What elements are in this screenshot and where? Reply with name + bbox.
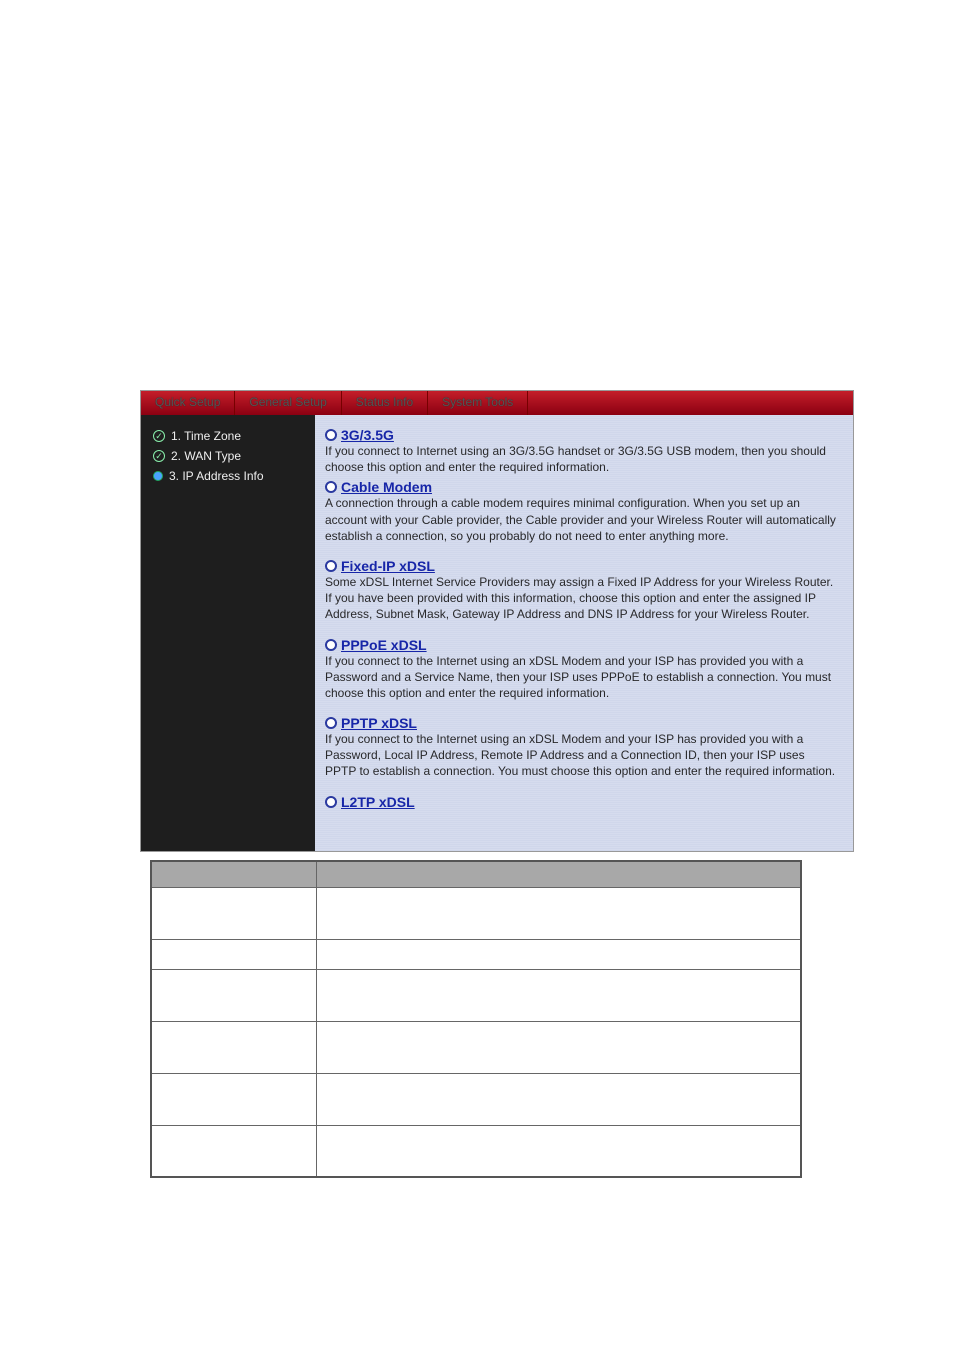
- option-link-pptp[interactable]: PPTP xDSL: [341, 715, 417, 731]
- table-cell: [316, 1021, 801, 1073]
- option-link-3g[interactable]: 3G/3.5G: [341, 427, 394, 443]
- tab-label: Status Info: [356, 395, 413, 409]
- option-desc: If you connect to the Internet using an …: [325, 731, 839, 780]
- tab-status-info[interactable]: Status Info: [342, 391, 428, 415]
- tab-label: Quick Setup: [155, 395, 220, 409]
- option-fixed-ip: Fixed-IP xDSL Some xDSL Internet Service…: [325, 558, 839, 623]
- option-link-cable[interactable]: Cable Modem: [341, 479, 432, 495]
- table-row: [151, 1125, 801, 1177]
- option-link-pppoe[interactable]: PPPoE xDSL: [341, 637, 427, 653]
- sidebar-item-label: 1. Time Zone: [171, 429, 241, 443]
- check-icon: ✓: [153, 430, 165, 442]
- table-header-cell: [316, 861, 801, 887]
- radio-icon[interactable]: [325, 639, 337, 651]
- option-pppoe: PPPoE xDSL If you connect to the Interne…: [325, 637, 839, 702]
- table-cell: [316, 969, 801, 1021]
- option-l2tp: L2TP xDSL: [325, 794, 839, 810]
- tab-label: System Tools: [442, 395, 513, 409]
- option-link-l2tp[interactable]: L2TP xDSL: [341, 794, 415, 810]
- table-cell: [151, 1021, 316, 1073]
- table-header-cell: [151, 861, 316, 887]
- table-row: [151, 1073, 801, 1125]
- sidebar: ✓ 1. Time Zone ✓ 2. WAN Type 3. IP Addre…: [141, 415, 315, 851]
- table-cell: [316, 1125, 801, 1177]
- option-desc: A connection through a cable modem requi…: [325, 495, 839, 544]
- router-config-panel: Quick Setup General Setup Status Info Sy…: [140, 390, 854, 852]
- option-link-fixed-ip[interactable]: Fixed-IP xDSL: [341, 558, 435, 574]
- option-desc: Some xDSL Internet Service Providers may…: [325, 574, 839, 623]
- table-cell: [316, 887, 801, 939]
- tab-label: General Setup: [249, 395, 326, 409]
- table-row: [151, 969, 801, 1021]
- sidebar-item-label: 3. IP Address Info: [169, 469, 264, 483]
- content-area: 3G/3.5G If you connect to Internet using…: [315, 415, 853, 851]
- table-cell: [151, 887, 316, 939]
- table-cell: [151, 1073, 316, 1125]
- table-header-row: [151, 861, 801, 887]
- table-cell: [316, 939, 801, 969]
- top-nav: Quick Setup General Setup Status Info Sy…: [141, 391, 853, 415]
- table-row: [151, 939, 801, 969]
- sidebar-item-time-zone[interactable]: ✓ 1. Time Zone: [153, 429, 305, 443]
- radio-icon[interactable]: [325, 429, 337, 441]
- tab-system-tools[interactable]: System Tools: [428, 391, 528, 415]
- option-desc: If you connect to Internet using an 3G/3…: [325, 443, 839, 475]
- active-dot-icon: [153, 471, 163, 481]
- table-row: [151, 887, 801, 939]
- table-row: [151, 1021, 801, 1073]
- option-desc: If you connect to the Internet using an …: [325, 653, 839, 702]
- radio-icon[interactable]: [325, 560, 337, 572]
- option-pptp: PPTP xDSL If you connect to the Internet…: [325, 715, 839, 780]
- info-table: [150, 860, 802, 1178]
- radio-icon[interactable]: [325, 717, 337, 729]
- check-icon: ✓: [153, 450, 165, 462]
- sidebar-item-wan-type[interactable]: ✓ 2. WAN Type: [153, 449, 305, 463]
- table-cell: [316, 1073, 801, 1125]
- tab-general-setup[interactable]: General Setup: [235, 391, 341, 415]
- sidebar-item-ip-address-info[interactable]: 3. IP Address Info: [153, 469, 305, 483]
- radio-icon[interactable]: [325, 796, 337, 808]
- sidebar-item-label: 2. WAN Type: [171, 449, 241, 463]
- table-cell: [151, 969, 316, 1021]
- tab-quick-setup[interactable]: Quick Setup: [141, 391, 235, 415]
- option-cable-modem: Cable Modem A connection through a cable…: [325, 479, 839, 544]
- option-3g: 3G/3.5G If you connect to Internet using…: [325, 427, 839, 475]
- table-cell: [151, 1125, 316, 1177]
- table-cell: [151, 939, 316, 969]
- radio-icon[interactable]: [325, 481, 337, 493]
